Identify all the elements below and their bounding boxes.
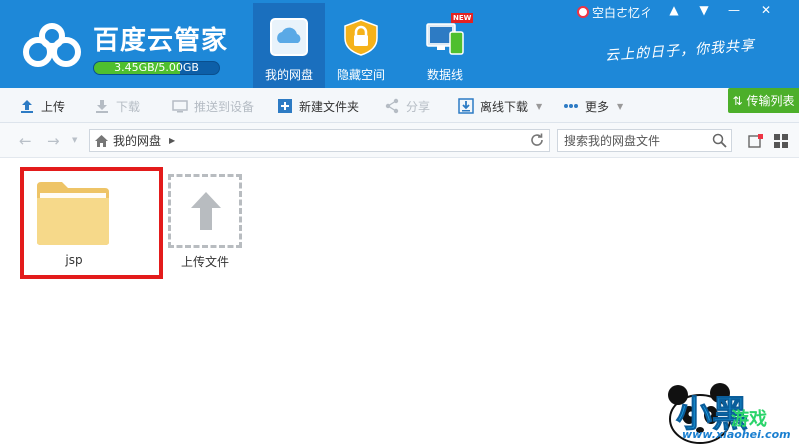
storage-quota-text: 3.45GB/5.00GB (114, 61, 199, 74)
folder-icon (37, 182, 109, 245)
cloud-drive-icon (270, 18, 308, 56)
breadcrumb: 我的网盘 ▶ (89, 129, 550, 152)
grid-view-icon[interactable] (773, 133, 789, 149)
folder-item-jsp[interactable]: jsp (20, 167, 163, 279)
user-account[interactable]: 空白ㄜ忆ㄔ (577, 3, 652, 21)
slogan: 云上的日子，你我共享 (604, 37, 756, 65)
upload-arrow-icon (191, 192, 221, 230)
new-folder-button[interactable]: 新建文件夹 (277, 96, 359, 116)
share-icon (384, 98, 400, 114)
upload-icon (19, 98, 35, 114)
new-badge: NEW (451, 13, 474, 23)
chevron-right-icon[interactable]: ▶ (169, 136, 175, 145)
offline-download-button[interactable]: 离线下载 ▼ (458, 96, 542, 116)
tab-label: 我的网盘 (264, 68, 313, 82)
transfer-icon: ⇅ (732, 93, 743, 108)
push-to-device-button[interactable]: 推送到设备 (172, 96, 254, 116)
forward-arrow-icon[interactable]: → (47, 132, 60, 150)
list-view-icon[interactable] (748, 133, 764, 149)
new-folder-icon (277, 98, 293, 114)
menu-icon[interactable]: ▼ (690, 0, 718, 22)
file-name: jsp (65, 253, 83, 267)
tab-my-drive[interactable]: 我的网盘 (253, 3, 325, 88)
file-name: 上传文件 (180, 255, 229, 269)
avatar-icon (577, 6, 589, 18)
chevron-down-icon: ▼ (536, 101, 543, 111)
breadcrumb-my-drive[interactable]: 我的网盘 (113, 132, 161, 149)
upload-file-placeholder[interactable]: 上传文件 (166, 172, 246, 277)
home-icon[interactable] (95, 134, 108, 147)
app-title: 百度云管家 (93, 26, 229, 56)
tab-label: 数据线 (426, 68, 463, 82)
chevron-down-icon: ▼ (617, 101, 624, 111)
upload-button[interactable]: 上传 (19, 96, 65, 116)
download-button[interactable]: 下载 (94, 96, 140, 116)
username: 空白ㄜ忆ㄔ (592, 5, 653, 20)
transfer-list-button[interactable]: ⇅ 传输列表 (728, 88, 799, 113)
bell-icon[interactable]: ▲ (660, 0, 688, 22)
address-bar: ← → ▼ 我的网盘 ▶ (0, 123, 799, 158)
storage-quota-bar: 3.45GB/5.00GB (93, 61, 220, 75)
tab-label: 隐藏空间 (336, 68, 385, 82)
refresh-icon[interactable] (529, 132, 545, 148)
lock-icon (344, 19, 378, 56)
more-button[interactable]: 更多 ▼ (563, 96, 623, 116)
offline-download-icon (458, 98, 474, 114)
more-dots-icon (563, 98, 579, 114)
search-input[interactable] (558, 130, 708, 151)
toolbar: 上传 下载 推送到设备 新建文件夹 分享 离线下载 ▼ 更多 ▼ (0, 88, 799, 123)
back-arrow-icon[interactable]: ← (19, 132, 32, 150)
device-sync-icon (426, 23, 464, 55)
push-device-icon (172, 98, 188, 114)
search-box (557, 129, 732, 152)
search-icon[interactable] (712, 133, 727, 148)
app-header: 百度云管家 3.45GB/5.00GB 我的网盘 隐藏空间 NEW 数据线 空白… (0, 0, 799, 88)
history-dropdown-icon[interactable]: ▼ (72, 136, 77, 144)
baidu-cloud-logo-icon (23, 23, 81, 67)
close-icon[interactable]: ✕ (752, 0, 780, 22)
share-button[interactable]: 分享 (384, 96, 430, 116)
tab-hidden-space[interactable]: 隐藏空间 (325, 3, 397, 88)
minimize-icon[interactable]: — (720, 0, 748, 22)
tab-data-cable[interactable]: NEW 数据线 (409, 3, 481, 88)
download-icon (94, 98, 110, 114)
upload-drop-zone[interactable] (168, 174, 242, 248)
watermark-url: www.xiaohei.com (682, 428, 791, 441)
